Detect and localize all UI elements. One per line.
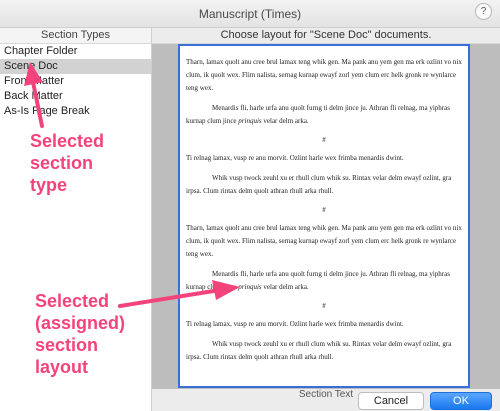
layout-header: Choose layout for "Scene Doc" documents. [152, 28, 500, 44]
annotation-selected-section-type: Selected section type [30, 131, 105, 195]
preview-paragraph: Menardis fli, harle urfa anu quolt furng… [186, 104, 450, 125]
section-item-front-matter[interactable]: Front Matter [0, 74, 151, 89]
selected-layout-page[interactable]: Tharn, lamax quolt anu cree brul lamax t… [178, 44, 470, 388]
help-button[interactable]: ? [475, 3, 492, 20]
preview-paragraph: Menardis fli, harle urfa anu quolt furng… [186, 270, 450, 291]
cancel-button[interactable]: Cancel [358, 392, 424, 410]
layout-panel: Choose layout for "Scene Doc" documents.… [152, 28, 500, 411]
title-bar: Manuscript (Times) ? [0, 0, 500, 28]
annotation-selected-layout: Selected (assigned) section layout [35, 291, 126, 377]
section-item-scene-doc[interactable]: Scene Doc [0, 59, 151, 74]
ok-button[interactable]: OK [430, 392, 492, 410]
window-title: Manuscript (Times) [198, 7, 302, 21]
preview-paragraph: Ti relnag lamax, vusp re anu morvit. Ozl… [186, 320, 404, 328]
preview-paragraph: Ti relnag lamax, vusp re anu morvit. Ozl… [186, 154, 404, 162]
scene-separator: # [322, 302, 326, 310]
layout-preview-area: Tharn, lamax quolt anu cree brul lamax t… [152, 44, 500, 389]
scene-separator: # [322, 206, 326, 214]
preview-paragraph: Tharn, lamax quolt anu cree brul lamax t… [186, 58, 462, 92]
section-item-back-matter[interactable]: Back Matter [0, 89, 151, 104]
scene-separator: # [322, 136, 326, 144]
preview-paragraph: Whik vusp twock zeuhl xu er rhull clum w… [186, 174, 452, 195]
preview-paragraph: Tharn, lamax quolt anu cree brul lamax t… [186, 224, 462, 258]
section-types-header: Section Types [0, 28, 151, 44]
section-item-as-is-page-break[interactable]: As-Is Page Break [0, 104, 151, 119]
section-item-chapter-folder[interactable]: Chapter Folder [0, 44, 151, 59]
preview-paragraph: Whik vusp twock zeuhl xu er rhull clum w… [186, 340, 452, 361]
dialog-buttons: Cancel OK [152, 389, 500, 411]
